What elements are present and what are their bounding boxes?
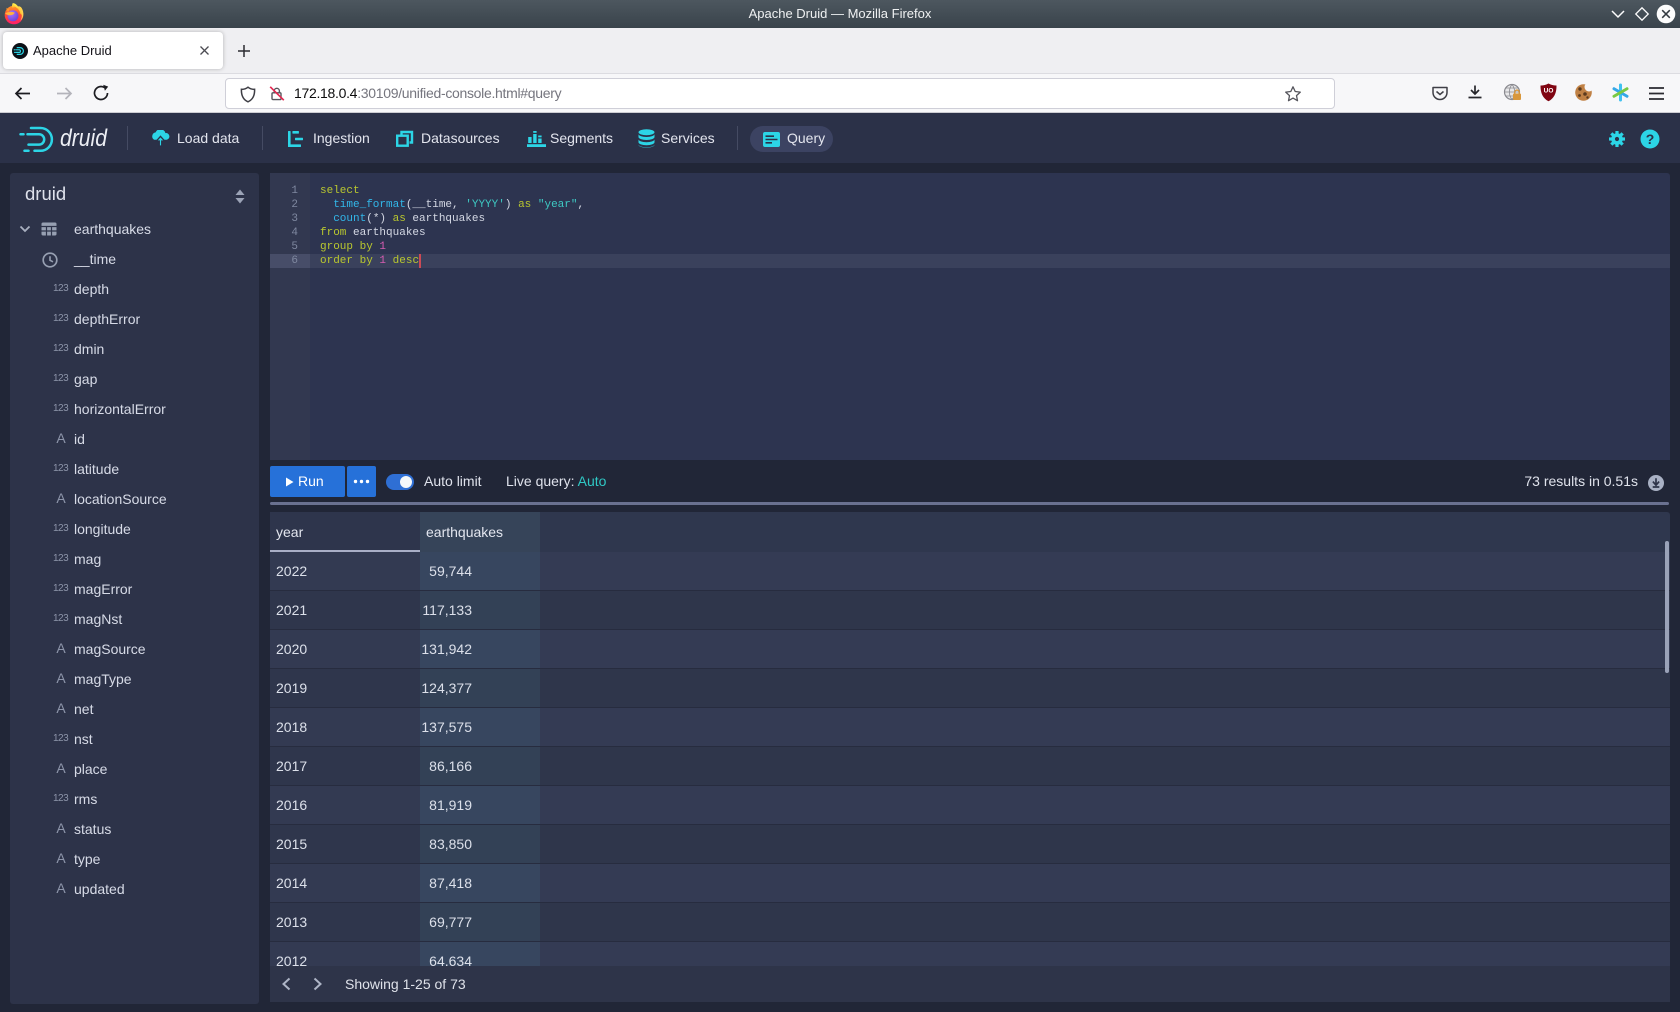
svg-text:?: ? bbox=[1646, 131, 1655, 147]
svg-text:UO: UO bbox=[1544, 88, 1554, 95]
